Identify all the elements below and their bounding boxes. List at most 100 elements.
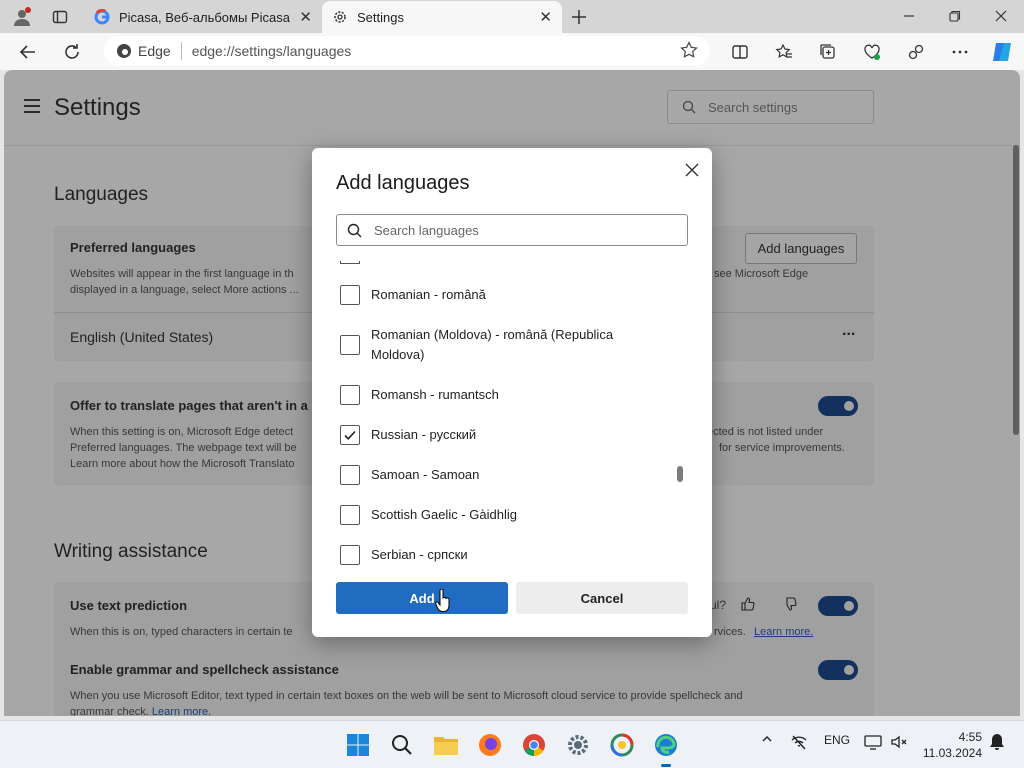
language-search-input[interactable]: Search languages [336, 214, 688, 246]
close-window-button[interactable] [978, 0, 1024, 32]
tab-picasa[interactable]: Picasa, Веб-альбомы Picasa и Al ✕ [84, 1, 322, 33]
list-item[interactable]: Serbian - српски [340, 545, 468, 565]
gear-icon [334, 11, 346, 23]
list-item[interactable]: Samoan - Samoan [340, 465, 479, 485]
copilot-icon [993, 43, 1011, 61]
learn-more-link[interactable]: Learn more. [152, 706, 211, 716]
thumbs-up-icon[interactable] [740, 596, 756, 615]
clock-time: 4:55 [958, 730, 982, 744]
restore-icon [949, 10, 961, 22]
windows-logo-icon [347, 734, 369, 756]
checkbox[interactable] [340, 465, 360, 485]
chrome-button[interactable] [518, 729, 550, 761]
grammar-title: Enable grammar and spellcheck assistance [70, 662, 339, 677]
back-button[interactable] [13, 37, 43, 67]
start-button[interactable] [342, 729, 374, 761]
list-item[interactable]: Russian - русский [340, 425, 476, 445]
network-disconnected-icon[interactable] [788, 733, 810, 751]
file-explorer-button[interactable] [430, 729, 462, 761]
edge-button[interactable] [650, 729, 682, 767]
add-button[interactable]: Add [336, 582, 508, 614]
tab-settings[interactable]: Settings ✕ [322, 1, 562, 33]
site-label: Edge [138, 43, 171, 59]
dialog-close-button[interactable] [678, 156, 706, 184]
page-scrollbar[interactable] [1013, 145, 1019, 435]
more-menu-button[interactable] [945, 37, 975, 67]
language-list: Romanian - română Romanian (Moldova) - r… [312, 252, 712, 567]
language-label: Scottish Gaelic - Gàidhlig [371, 507, 517, 522]
translate-toggle[interactable] [818, 396, 858, 416]
new-tab-button[interactable] [566, 4, 592, 30]
split-screen-button[interactable] [725, 37, 755, 67]
search-button[interactable] [386, 729, 418, 761]
language-label: Romanian - română [371, 287, 486, 302]
edge-logo-icon [117, 44, 131, 58]
grammar-desc-line1: When you use Microsoft Editor, text type… [70, 690, 743, 702]
grammar-desc-line2-text: grammar check. [70, 706, 149, 716]
volume-muted-icon[interactable] [888, 733, 910, 751]
close-tab-icon[interactable]: ✕ [299, 8, 312, 26]
learn-more-link[interactable]: Learn more. [754, 624, 813, 640]
list-item[interactable]: Scottish Gaelic - Gàidhlig [340, 505, 517, 525]
list-item[interactable]: Romanian - română [340, 285, 486, 305]
address-separator [180, 42, 182, 60]
site-identity[interactable]: Edge [104, 43, 171, 59]
extensions-button[interactable] [901, 37, 931, 67]
extensions-icon [908, 44, 924, 60]
list-item[interactable]: Romanian (Moldova) - română (Republica Mo… [340, 325, 613, 365]
minimize-button[interactable] [886, 0, 932, 32]
tab-actions-icon[interactable] [47, 4, 73, 30]
list-item-partial-checkbox[interactable] [340, 261, 360, 264]
text-prediction-toggle[interactable] [818, 596, 858, 616]
display-icon[interactable] [862, 733, 884, 751]
firefox-button[interactable] [474, 729, 506, 761]
notifications-bell-icon[interactable] [986, 733, 1008, 751]
add-languages-button[interactable]: Add languages [745, 233, 857, 264]
list-item[interactable]: Romansh - rumantsch [340, 385, 499, 405]
clock-date: 11.03.2024 [922, 746, 982, 760]
collections-icon [820, 44, 835, 59]
split-screen-icon [732, 45, 748, 59]
refresh-icon [65, 44, 79, 59]
copilot-button[interactable] [987, 37, 1017, 67]
settings-search-input[interactable]: Search settings [667, 90, 874, 124]
language-label: Romansh - rumantsch [371, 387, 499, 402]
language-label: Samoan - Samoan [371, 467, 480, 482]
checkbox[interactable] [340, 505, 360, 525]
dialog-title: Add languages [336, 172, 470, 194]
photos-button[interactable] [606, 729, 638, 761]
refresh-button[interactable] [57, 37, 87, 67]
translate-desc-line2-tail: for service improvements. [719, 442, 845, 454]
profile-icon[interactable] [9, 4, 35, 30]
thumbs-down-icon[interactable] [782, 596, 798, 615]
learn-more-link-text[interactable]: Learn more. [754, 626, 813, 638]
settings-button[interactable] [562, 729, 594, 761]
checkbox[interactable] [340, 545, 360, 565]
favorite-star-icon[interactable] [680, 40, 698, 62]
input-language[interactable]: ENG [822, 733, 852, 747]
favorites-button[interactable] [769, 37, 799, 67]
search-placeholder: Search settings [708, 99, 798, 115]
system-clock[interactable]: 4:55 11.03.2024 [920, 729, 982, 761]
checkbox[interactable] [340, 385, 360, 405]
language-more-actions[interactable]: ... [842, 322, 855, 340]
search-icon [682, 100, 696, 114]
search-placeholder: Search languages [374, 222, 479, 238]
close-tab-icon[interactable]: ✕ [539, 8, 552, 26]
menu-icon[interactable] [24, 99, 40, 117]
chrome-icon [523, 734, 545, 756]
browser-essentials-button[interactable] [857, 37, 887, 67]
minimize-icon [904, 15, 914, 17]
checkbox-checked[interactable] [340, 425, 360, 445]
show-hidden-icons-chevron-icon[interactable] [756, 733, 778, 745]
checkbox[interactable] [340, 285, 360, 305]
address-bar[interactable]: Edge edge://settings/languages [104, 36, 710, 66]
checkbox[interactable] [340, 335, 360, 355]
cancel-button[interactable]: Cancel [516, 582, 688, 614]
grammar-toggle[interactable] [818, 660, 858, 680]
collections-button[interactable] [813, 37, 843, 67]
preferred-desc-line2: displayed in a language, select More act… [70, 284, 299, 296]
dialog-scrollbar-thumb[interactable] [677, 466, 683, 482]
restore-button[interactable] [932, 0, 978, 32]
url-text[interactable]: edge://settings/languages [192, 43, 680, 59]
